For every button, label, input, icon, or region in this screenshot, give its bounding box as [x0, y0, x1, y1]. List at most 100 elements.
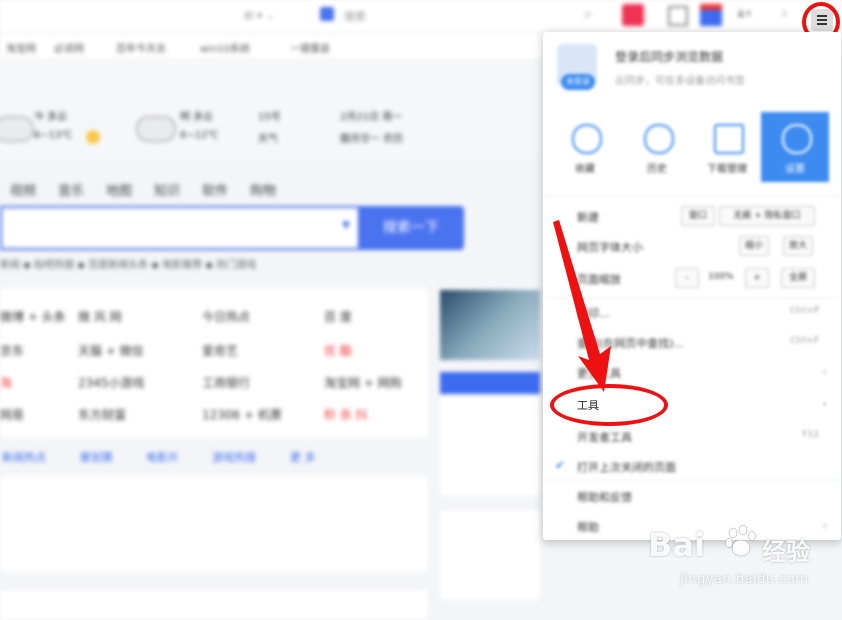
- site-link[interactable]: 网易: [0, 406, 24, 423]
- shortcut-label: F12: [802, 430, 819, 440]
- zoom-out-button[interactable]: -: [675, 268, 699, 288]
- grid-icon[interactable]: [668, 6, 688, 26]
- favorites-button[interactable]: 收藏: [551, 112, 619, 182]
- tab-item[interactable]: 新闻热点: [2, 449, 46, 465]
- app-icon[interactable]: [622, 4, 644, 26]
- search-icon[interactable]: ⌕: [584, 6, 592, 22]
- zoom-in-button[interactable]: +: [745, 268, 769, 288]
- baidu-jingyan-watermark: Bai 经验 jingyan.baidu.com: [636, 524, 836, 604]
- download-icon[interactable]: ⤓: [782, 6, 787, 20]
- menu-row-more-tools[interactable]: 更多工具 ›: [543, 358, 841, 386]
- site-link[interactable]: 微 风 网: [78, 308, 122, 325]
- tile-label: 设置: [785, 164, 805, 175]
- bookmark-item[interactable]: 百年今天去: [116, 40, 166, 55]
- bookmark-item[interactable]: 必读网: [54, 40, 84, 55]
- site-link[interactable]: 东方财富: [78, 406, 126, 423]
- calendar-panel: [440, 396, 540, 496]
- check-icon: ✔: [555, 458, 566, 472]
- sites-panel: 微博 + 头条 微 风 网 今日热点 百 度 京东 天猫 + 微信 爱奇艺 优 …: [0, 288, 428, 438]
- nav-item[interactable]: 软件: [202, 180, 228, 199]
- menu-row-new: 新建 窗口 无痕 + 隐私窗口: [543, 202, 841, 230]
- site-link[interactable]: 微博 + 头条: [0, 308, 66, 325]
- weather-temp: 6~12℃: [180, 130, 219, 141]
- menu-row-print[interactable]: 打印... Ctrl+P: [543, 298, 841, 326]
- site-link[interactable]: 京东: [0, 342, 24, 359]
- news-image[interactable]: [440, 290, 540, 360]
- nav-item[interactable]: 地图: [106, 180, 132, 199]
- chevron-down-icon[interactable]: ▼: [342, 220, 350, 231]
- tab-item[interactable]: 电影片: [146, 449, 179, 465]
- site-link[interactable]: 爱奇艺: [202, 342, 238, 359]
- site-link[interactable]: 12306 + 机票: [202, 406, 282, 423]
- shortcut-label: Ctrl+P: [790, 306, 819, 316]
- tab-item[interactable]: 聚划算: [80, 449, 113, 465]
- menu-row-find[interactable]: 查找(在网页中查找)... Ctrl+F: [543, 328, 841, 356]
- nav-item[interactable]: 知识: [154, 180, 180, 199]
- menu-row-fontsize: 网页字体大小 缩小 放大: [543, 232, 841, 260]
- downloads-button[interactable]: 下载管理: [693, 112, 761, 182]
- bookmark-item[interactable]: win10系统: [200, 40, 250, 55]
- menu-label: 帮助: [577, 521, 599, 534]
- calendar-header: [440, 372, 540, 394]
- chevron-right-icon: ›: [822, 397, 827, 410]
- menu-row-devtools[interactable]: 开发者工具 F12: [543, 422, 841, 450]
- font-smaller-button[interactable]: 缩小: [739, 236, 769, 256]
- fullscreen-button[interactable]: 全屏: [781, 268, 815, 288]
- menu-label: 网页字体大小: [577, 241, 643, 254]
- menu-row-reopen[interactable]: ✔ 打开上次关闭的页面: [543, 452, 841, 480]
- highlight-ellipse-tools: [550, 384, 668, 426]
- nav-item[interactable]: 视频: [10, 180, 36, 199]
- history-button[interactable]: 历史: [623, 112, 691, 182]
- services-panel: [440, 510, 540, 600]
- menu-label: 开发者工具: [577, 431, 632, 444]
- font-larger-button[interactable]: 放大: [783, 236, 813, 256]
- clock-icon: [644, 124, 674, 154]
- paw-icon: [725, 524, 756, 557]
- browser-main-menu: 未登录 登录后同步浏览数据 云同步，可在多设备访问书签 收藏 历史 下载管理 设…: [543, 32, 841, 540]
- download-box-icon: [714, 124, 744, 154]
- site-link[interactable]: 优 酷: [324, 342, 352, 359]
- tile-label: 收藏: [575, 164, 595, 175]
- site-link[interactable]: 淘宝网 + 网购: [324, 374, 402, 391]
- site-link[interactable]: 天猫 + 微信: [78, 342, 144, 359]
- menu-label: 新建: [577, 211, 599, 224]
- lunar-text: 腊月廿一 农历: [340, 134, 404, 145]
- new-window-button[interactable]: 窗口: [681, 206, 715, 226]
- badge-icon[interactable]: [700, 4, 722, 26]
- tab-item[interactable]: 游戏热搜: [212, 449, 256, 465]
- watermark-url: jingyan.baidu.com: [680, 572, 809, 587]
- login-subtitle: 云同步，可在多设备访问书签: [615, 76, 745, 87]
- menu-row-feedback[interactable]: 帮助和反馈: [543, 482, 841, 510]
- browser-toolbar: ⊞ ▾ ⌄ 搜索 ⌕ ♟▾ ⤓: [0, 0, 842, 33]
- address-text[interactable]: 搜索: [344, 8, 366, 24]
- login-title[interactable]: 登录后同步浏览数据: [615, 48, 723, 65]
- cloud-icon: [136, 116, 176, 142]
- site-link[interactable]: 淘: [0, 374, 12, 391]
- nav-item[interactable]: 购物: [250, 180, 276, 199]
- menu-row-zoom: 页面缩放 - 100% + 全屏: [543, 264, 841, 292]
- bookmark-item[interactable]: 淘宝网: [6, 40, 36, 55]
- settings-button[interactable]: 设置: [761, 112, 829, 182]
- weather-day: 15号: [258, 112, 281, 123]
- weather-day: 今 多云: [34, 112, 68, 123]
- site-link[interactable]: 工商银行: [202, 374, 250, 391]
- dropdown-icon[interactable]: ⊞ ▾ ⌄: [244, 9, 275, 22]
- date-text: 2月21日 周一: [340, 112, 403, 123]
- search-input[interactable]: ▼: [0, 206, 358, 250]
- site-link[interactable]: 秒 杀 抖: [324, 406, 368, 423]
- hot-links[interactable]: 新闻 ◆ 贴吧热搜 ◆ 百度新闻头条 ◆ 电影推荐 ◆ 热门游戏: [0, 256, 256, 271]
- site-link[interactable]: 2345小游戏: [78, 374, 145, 391]
- tab-item[interactable]: 更 多: [290, 449, 316, 465]
- weather-temp: 天气: [258, 134, 278, 145]
- login-badge: 未登录: [561, 74, 595, 90]
- site-link[interactable]: 今日热点: [202, 308, 250, 325]
- bookmark-item[interactable]: 一键重装: [290, 40, 330, 55]
- site-link[interactable]: 百 度: [324, 308, 352, 325]
- user-icon[interactable]: ♟▾: [736, 7, 751, 20]
- new-incognito-button[interactable]: 无痕 + 隐私窗口: [719, 206, 815, 226]
- watermark-brand: Bai: [648, 526, 705, 564]
- tile-label: 下载管理: [707, 164, 747, 175]
- search-button[interactable]: 搜索一下: [358, 206, 464, 250]
- avatar[interactable]: 未登录: [557, 44, 597, 100]
- nav-item[interactable]: 音乐: [58, 180, 84, 199]
